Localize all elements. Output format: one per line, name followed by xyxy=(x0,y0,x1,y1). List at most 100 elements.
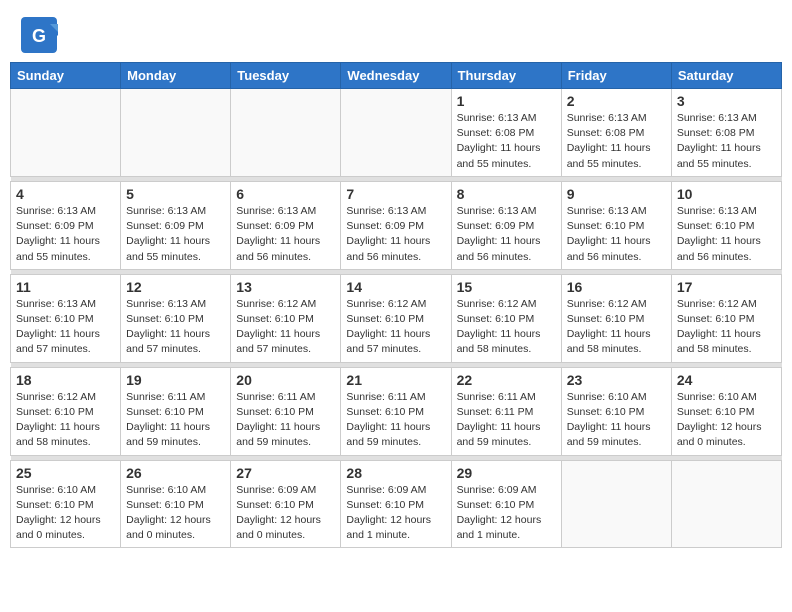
day-number: 19 xyxy=(126,372,225,388)
calendar-cell: 17 Sunrise: 6:12 AM Sunset: 6:10 PM Dayli… xyxy=(671,274,781,362)
calendar-cell: 28 Sunrise: 6:09 AM Sunset: 6:10 PM Dayli… xyxy=(341,460,451,548)
day-info: Sunrise: 6:13 AM Sunset: 6:10 PM Dayligh… xyxy=(677,204,776,265)
calendar-cell: 13Sunrise: 6:12 AM Sunset: 6:10 PM Dayli… xyxy=(231,274,341,362)
day-info: Sunrise: 6:10 AM Sunset: 6:10 PM Dayligh… xyxy=(16,483,115,544)
calendar-cell: 26 Sunrise: 6:10 AM Sunset: 6:10 PM Dayli… xyxy=(121,460,231,548)
calendar-cell xyxy=(341,89,451,177)
day-number: 17 xyxy=(677,279,776,295)
calendar-header-row: SundayMondayTuesdayWednesdayThursdayFrid… xyxy=(11,63,782,89)
day-number: 15 xyxy=(457,279,556,295)
day-info: Sunrise: 6:13 AM Sunset: 6:10 PM Dayligh… xyxy=(16,297,115,358)
day-number: 16 xyxy=(567,279,666,295)
calendar-cell: 7 Sunrise: 6:13 AM Sunset: 6:09 PM Daylig… xyxy=(341,181,451,269)
day-number: 14 xyxy=(346,279,445,295)
day-info: Sunrise: 6:13 AM Sunset: 6:09 PM Dayligh… xyxy=(346,204,445,265)
day-number: 26 xyxy=(126,465,225,481)
week-row-5: 25 Sunrise: 6:10 AM Sunset: 6:10 PM Dayli… xyxy=(11,460,782,548)
day-info: Sunrise: 6:09 AM Sunset: 6:10 PM Dayligh… xyxy=(457,483,556,544)
day-info: Sunrise: 6:10 AM Sunset: 6:10 PM Dayligh… xyxy=(126,483,225,544)
calendar-cell: 18 Sunrise: 6:12 AM Sunset: 6:10 PM Dayli… xyxy=(11,367,121,455)
day-header-monday: Monday xyxy=(121,63,231,89)
day-number: 22 xyxy=(457,372,556,388)
day-info: Sunrise: 6:12 AM Sunset: 6:10 PM Dayligh… xyxy=(236,297,335,358)
day-info: Sunrise: 6:13 AM Sunset: 6:09 PM Dayligh… xyxy=(126,204,225,265)
day-header-tuesday: Tuesday xyxy=(231,63,341,89)
day-info: Sunrise: 6:11 AM Sunset: 6:10 PM Dayligh… xyxy=(236,390,335,451)
calendar-cell: 27 Sunrise: 6:09 AM Sunset: 6:10 PM Dayli… xyxy=(231,460,341,548)
day-info: Sunrise: 6:11 AM Sunset: 6:10 PM Dayligh… xyxy=(126,390,225,451)
day-number: 25 xyxy=(16,465,115,481)
day-number: 7 xyxy=(346,186,445,202)
day-number: 6 xyxy=(236,186,335,202)
day-number: 11 xyxy=(16,279,115,295)
calendar-cell xyxy=(561,460,671,548)
day-info: Sunrise: 6:12 AM Sunset: 6:10 PM Dayligh… xyxy=(346,297,445,358)
week-row-2: 4 Sunrise: 6:13 AM Sunset: 6:09 PM Daylig… xyxy=(11,181,782,269)
day-info: Sunrise: 6:13 AM Sunset: 6:10 PM Dayligh… xyxy=(126,297,225,358)
logo: G xyxy=(20,16,62,54)
svg-text:G: G xyxy=(32,26,46,46)
calendar-cell: 11 Sunrise: 6:13 AM Sunset: 6:10 PM Dayli… xyxy=(11,274,121,362)
calendar-table: SundayMondayTuesdayWednesdayThursdayFrid… xyxy=(10,62,782,548)
day-number: 12 xyxy=(126,279,225,295)
day-info: Sunrise: 6:11 AM Sunset: 6:11 PM Dayligh… xyxy=(457,390,556,451)
calendar-cell: 3 Sunrise: 6:13 AM Sunset: 6:08 PM Daylig… xyxy=(671,89,781,177)
day-info: Sunrise: 6:12 AM Sunset: 6:10 PM Dayligh… xyxy=(677,297,776,358)
day-number: 1 xyxy=(457,93,556,109)
day-number: 18 xyxy=(16,372,115,388)
calendar-cell xyxy=(11,89,121,177)
calendar-cell xyxy=(231,89,341,177)
day-number: 20 xyxy=(236,372,335,388)
day-number: 3 xyxy=(677,93,776,109)
page-header: G xyxy=(0,0,792,58)
calendar-cell: 9 Sunrise: 6:13 AM Sunset: 6:10 PM Daylig… xyxy=(561,181,671,269)
calendar-cell: 12 Sunrise: 6:13 AM Sunset: 6:10 PM Dayli… xyxy=(121,274,231,362)
day-header-saturday: Saturday xyxy=(671,63,781,89)
calendar-cell: 5 Sunrise: 6:13 AM Sunset: 6:09 PM Daylig… xyxy=(121,181,231,269)
day-number: 4 xyxy=(16,186,115,202)
day-info: Sunrise: 6:13 AM Sunset: 6:08 PM Dayligh… xyxy=(567,111,666,172)
calendar-cell: 19 Sunrise: 6:11 AM Sunset: 6:10 PM Dayli… xyxy=(121,367,231,455)
day-header-friday: Friday xyxy=(561,63,671,89)
day-info: Sunrise: 6:13 AM Sunset: 6:08 PM Dayligh… xyxy=(677,111,776,172)
day-info: Sunrise: 6:13 AM Sunset: 6:09 PM Dayligh… xyxy=(236,204,335,265)
day-info: Sunrise: 6:13 AM Sunset: 6:09 PM Dayligh… xyxy=(16,204,115,265)
day-header-thursday: Thursday xyxy=(451,63,561,89)
day-info: Sunrise: 6:10 AM Sunset: 6:10 PM Dayligh… xyxy=(677,390,776,451)
day-info: Sunrise: 6:13 AM Sunset: 6:10 PM Dayligh… xyxy=(567,204,666,265)
calendar-cell: 29Sunrise: 6:09 AM Sunset: 6:10 PM Dayli… xyxy=(451,460,561,548)
day-number: 9 xyxy=(567,186,666,202)
calendar-cell: 21 Sunrise: 6:11 AM Sunset: 6:10 PM Dayli… xyxy=(341,367,451,455)
calendar-cell: 2 Sunrise: 6:13 AM Sunset: 6:08 PM Daylig… xyxy=(561,89,671,177)
calendar-cell: 25 Sunrise: 6:10 AM Sunset: 6:10 PM Dayli… xyxy=(11,460,121,548)
day-number: 21 xyxy=(346,372,445,388)
day-number: 8 xyxy=(457,186,556,202)
week-row-3: 11 Sunrise: 6:13 AM Sunset: 6:10 PM Dayli… xyxy=(11,274,782,362)
day-number: 27 xyxy=(236,465,335,481)
day-number: 28 xyxy=(346,465,445,481)
day-info: Sunrise: 6:12 AM Sunset: 6:10 PM Dayligh… xyxy=(457,297,556,358)
calendar-cell: 8Sunrise: 6:13 AM Sunset: 6:09 PM Daylig… xyxy=(451,181,561,269)
calendar-cell: 4 Sunrise: 6:13 AM Sunset: 6:09 PM Daylig… xyxy=(11,181,121,269)
day-header-sunday: Sunday xyxy=(11,63,121,89)
calendar-cell: 14 Sunrise: 6:12 AM Sunset: 6:10 PM Dayli… xyxy=(341,274,451,362)
day-info: Sunrise: 6:09 AM Sunset: 6:10 PM Dayligh… xyxy=(236,483,335,544)
calendar-cell: 20 Sunrise: 6:11 AM Sunset: 6:10 PM Dayli… xyxy=(231,367,341,455)
calendar-cell: 24 Sunrise: 6:10 AM Sunset: 6:10 PM Dayli… xyxy=(671,367,781,455)
calendar-cell: 1 Sunrise: 6:13 AM Sunset: 6:08 PM Daylig… xyxy=(451,89,561,177)
day-info: Sunrise: 6:12 AM Sunset: 6:10 PM Dayligh… xyxy=(16,390,115,451)
calendar-cell: 23Sunrise: 6:10 AM Sunset: 6:10 PM Dayli… xyxy=(561,367,671,455)
day-info: Sunrise: 6:09 AM Sunset: 6:10 PM Dayligh… xyxy=(346,483,445,544)
calendar-cell: 6 Sunrise: 6:13 AM Sunset: 6:09 PM Daylig… xyxy=(231,181,341,269)
day-info: Sunrise: 6:12 AM Sunset: 6:10 PM Dayligh… xyxy=(567,297,666,358)
calendar-cell: 16 Sunrise: 6:12 AM Sunset: 6:10 PM Dayli… xyxy=(561,274,671,362)
day-info: Sunrise: 6:11 AM Sunset: 6:10 PM Dayligh… xyxy=(346,390,445,451)
day-info: Sunrise: 6:13 AM Sunset: 6:08 PM Dayligh… xyxy=(457,111,556,172)
day-number: 2 xyxy=(567,93,666,109)
day-number: 24 xyxy=(677,372,776,388)
week-row-4: 18 Sunrise: 6:12 AM Sunset: 6:10 PM Dayli… xyxy=(11,367,782,455)
calendar-cell: 22 Sunrise: 6:11 AM Sunset: 6:11 PM Dayli… xyxy=(451,367,561,455)
logo-icon: G xyxy=(20,16,58,54)
day-number: 5 xyxy=(126,186,225,202)
day-number: 10 xyxy=(677,186,776,202)
